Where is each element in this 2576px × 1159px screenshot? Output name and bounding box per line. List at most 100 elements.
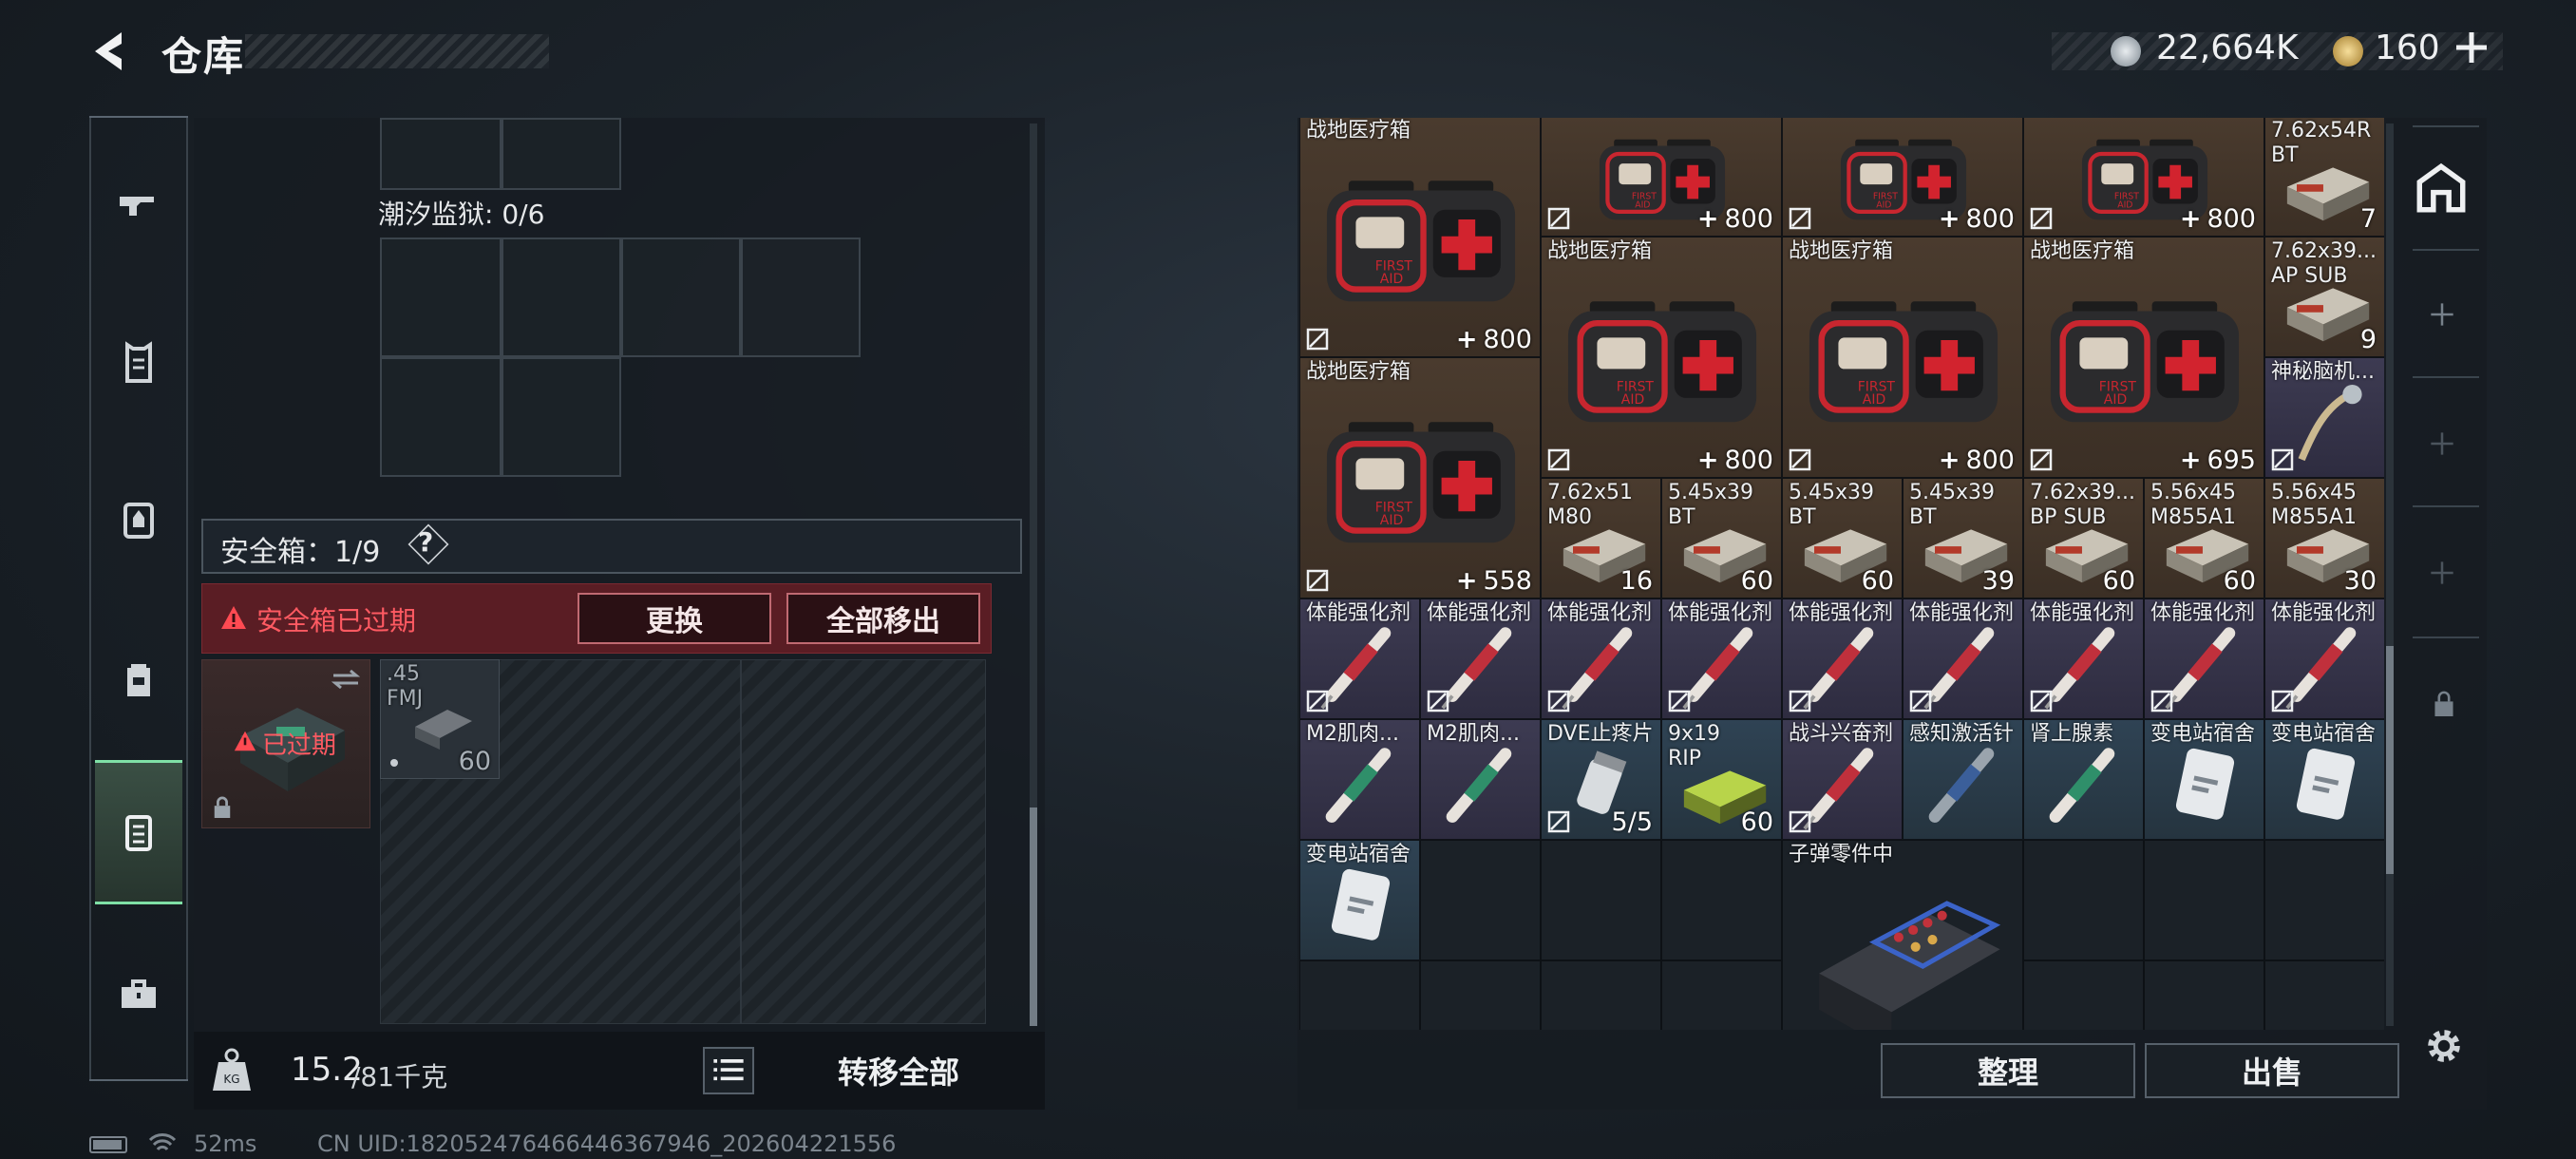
weight-icon: KG <box>211 1047 253 1092</box>
stash-item[interactable]: M2肌肉... <box>1299 719 1420 840</box>
move-all-out-button[interactable]: 全部移出 <box>786 593 980 644</box>
empty-slot[interactable] <box>1299 960 1420 1030</box>
item-count: 60 <box>1861 566 1894 596</box>
stash-item[interactable]: 5.45x39 BT 60 <box>1661 478 1782 598</box>
stash-item[interactable]: FIRST AID 战地医疗箱 +695 <box>2023 237 2264 478</box>
stash-item[interactable]: FIRST AID 战地医疗箱 +800 <box>1541 237 1782 478</box>
stash-item[interactable]: 体能强化剂 <box>1299 598 1420 719</box>
tide-prison-slot[interactable] <box>741 238 861 357</box>
tab-add-3[interactable] <box>2428 559 2462 593</box>
empty-slot[interactable] <box>2144 960 2264 1030</box>
stash-item[interactable]: 神秘脑机... <box>2264 357 2384 478</box>
tab-stash-main[interactable] <box>2413 160 2475 222</box>
add-currency-button[interactable] <box>2451 27 2492 68</box>
tab-divider <box>2413 376 2479 378</box>
settings-button[interactable] <box>2420 1022 2470 1072</box>
empty-slot[interactable] <box>2264 960 2384 1030</box>
backpack-icon <box>127 664 150 696</box>
coin-gold-icon <box>2333 36 2363 66</box>
tab-add-1[interactable] <box>2428 300 2462 334</box>
safe-box-item-45fmj[interactable]: .45 FMJ 60 <box>380 659 500 779</box>
transfer-all-button[interactable]: 转移全部 <box>769 1043 1028 1098</box>
stash-item[interactable]: 变电站宿舍 <box>1299 840 1420 960</box>
help-icon[interactable]: ? <box>418 526 433 558</box>
left-scrollbar-thumb[interactable] <box>1030 808 1037 1026</box>
list-view-button[interactable] <box>703 1047 754 1094</box>
nav-armor[interactable] <box>95 310 182 414</box>
empty-slot[interactable] <box>1661 960 1782 1030</box>
stash-item[interactable]: 5.56x45 M855A1 30 <box>2264 478 2384 598</box>
stash-item[interactable]: FIRST AID +800 <box>2023 118 2264 237</box>
slot[interactable] <box>502 118 621 190</box>
stash-item[interactable]: 变电站宿舍 <box>2264 719 2384 840</box>
stash-item[interactable]: FIRST AID 战地医疗箱 +800 <box>1299 118 1541 357</box>
stash-item[interactable]: FIRST AID +800 <box>1541 118 1782 237</box>
stash-item[interactable]: 体能强化剂 <box>1782 598 1903 719</box>
tab-locked[interactable] <box>2432 690 2460 722</box>
sort-button[interactable]: 整理 <box>1881 1043 2135 1098</box>
tide-prison-slot[interactable] <box>502 238 621 357</box>
tide-prison-slot[interactable] <box>380 357 502 477</box>
svg-text:AID: AID <box>1635 200 1650 211</box>
stash-item[interactable]: 9x19 RIP 60 <box>1661 719 1782 840</box>
stash-item[interactable]: 体能强化剂 <box>1420 598 1541 719</box>
empty-slot[interactable] <box>1420 960 1541 1030</box>
stash-item[interactable]: 体能强化剂 <box>2144 598 2264 719</box>
stash-item[interactable]: 感知激活针 <box>1903 719 2023 840</box>
stash-item[interactable]: 体能强化剂 <box>2023 598 2144 719</box>
stash-item[interactable]: 体能强化剂 <box>2264 598 2384 719</box>
stash-item[interactable]: 子弹零件中 <box>1782 840 2023 1030</box>
tide-prison-slot[interactable] <box>502 357 621 477</box>
stash-item[interactable]: 7.62x39... AP SUB 9 <box>2264 237 2384 357</box>
stash-item[interactable]: 7.62x54R BT 7 <box>2264 118 2384 237</box>
nav-weapon[interactable] <box>95 152 182 256</box>
empty-slot[interactable] <box>1661 840 1782 960</box>
tab-divider <box>2413 636 2479 638</box>
slot[interactable] <box>380 118 502 190</box>
empty-slot[interactable] <box>1420 840 1541 960</box>
stash-item[interactable]: FIRST AID 战地医疗箱 +558 <box>1299 357 1541 598</box>
svg-text:AID: AID <box>2104 392 2127 408</box>
tab-add-2[interactable] <box>2428 429 2462 464</box>
empty-slot[interactable] <box>2023 840 2144 960</box>
item-count: 30 <box>2343 566 2377 596</box>
stash-item[interactable]: 5.45x39 BT 39 <box>1903 478 2023 598</box>
replace-button[interactable]: 更换 <box>578 593 771 644</box>
stash-item[interactable]: 肾上腺素 <box>2023 719 2144 840</box>
stash-item[interactable]: 5.45x39 BT 60 <box>1782 478 1903 598</box>
item-name: .45 FMJ <box>387 662 424 711</box>
nav-toolbox[interactable] <box>95 940 182 1045</box>
stash-scrollbar-thumb[interactable] <box>2386 646 2394 874</box>
stash-item[interactable]: 7.62x51 M80 16 <box>1541 478 1661 598</box>
back-button[interactable] <box>87 27 137 76</box>
tide-prison-slot[interactable] <box>621 238 741 357</box>
stash-item[interactable]: 体能强化剂 <box>1661 598 1782 719</box>
stash-item[interactable]: 变电站宿舍 <box>2144 719 2264 840</box>
stash-item[interactable]: FIRST AID +800 <box>1782 118 2023 237</box>
item-name: 7.62x39... BP SUB <box>2030 481 2135 529</box>
stash-item[interactable]: 5.56x45 M855A1 60 <box>2144 478 2264 598</box>
stash-item[interactable]: 体能强化剂 <box>1903 598 2023 719</box>
stash-item[interactable]: FIRST AID 战地医疗箱 +800 <box>1782 237 2023 478</box>
empty-slot[interactable] <box>2264 840 2384 960</box>
nav-backpack[interactable] <box>95 625 182 730</box>
stash-item[interactable]: DVE止疼片 5/5 <box>1541 719 1661 840</box>
tide-prison-slot[interactable] <box>380 238 502 357</box>
insured-icon <box>1789 690 1811 712</box>
insured-icon <box>1306 328 1329 351</box>
stash-scrollbar[interactable] <box>2386 124 2394 1026</box>
empty-slot[interactable] <box>2023 960 2144 1030</box>
stash-item[interactable]: 战斗兴奋剂 <box>1782 719 1903 840</box>
empty-slot[interactable] <box>1541 960 1661 1030</box>
item-name: 变电站宿舍 <box>2271 722 2377 746</box>
empty-slot[interactable] <box>2144 840 2264 960</box>
stash-item[interactable]: M2肌肉... <box>1420 719 1541 840</box>
nav-chest-rig[interactable] <box>95 467 182 572</box>
item-name: 肾上腺素 <box>2030 722 2114 746</box>
stash-item[interactable]: 7.62x39... BP SUB 60 <box>2023 478 2144 598</box>
nav-secure-container[interactable] <box>95 760 182 904</box>
stash-item[interactable]: 体能强化剂 <box>1541 598 1661 719</box>
empty-slot[interactable] <box>1541 840 1661 960</box>
sell-button[interactable]: 出售 <box>2145 1043 2399 1098</box>
item-name: 5.45x39 BT <box>1668 481 1753 529</box>
